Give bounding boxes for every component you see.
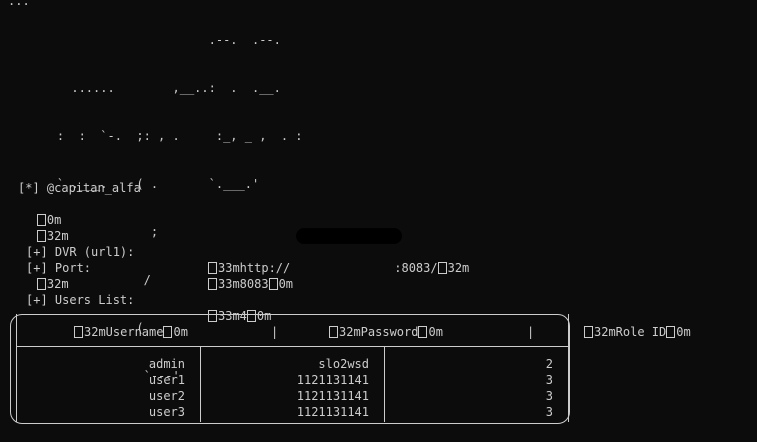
table-row: admin slo2wsd 2 <box>17 356 570 372</box>
table-row: user3 1121131141 3 <box>17 404 570 420</box>
table-row: user2 1121131141 3 <box>17 388 570 404</box>
escape-code-text: 32m <box>46 277 69 291</box>
header-username-text: 32mUsername <box>84 325 164 339</box>
invalid-char-icon <box>437 262 447 274</box>
table-row: user1 1121131141 3 <box>17 372 570 388</box>
ascii-art-line-2: ...... ,__..: . .__. <box>28 81 281 95</box>
port-value: 33m8083 0m <box>208 276 293 292</box>
username-cell: admin <box>148 357 185 371</box>
password-cell: 1121131141 <box>296 405 369 419</box>
invalid-char-icon <box>208 278 217 290</box>
dvr-prefix: 33mhttp:// <box>218 261 291 275</box>
table-header-row: 32mUsername 0m | 32mPassword 0m | 32mRole … <box>17 324 691 340</box>
invalid-char-icon <box>163 326 173 338</box>
top-fragment: ... <box>8 0 30 8</box>
author-line: [*] @capitan_alfa <box>18 181 141 195</box>
header-password: 32mPassword 0m <box>329 324 443 340</box>
port-value-text: 33m8083 <box>218 277 269 291</box>
password-cell: slo2wsd <box>318 357 369 371</box>
invalid-char-icon <box>74 326 83 338</box>
role-cell: 2 <box>545 357 553 371</box>
header-separator-2: | <box>527 325 535 339</box>
password-cell: 1121131141 <box>296 389 369 403</box>
invalid-char-icon <box>36 278 46 290</box>
role-cell: 3 <box>545 373 553 387</box>
header-username-tail: 0m <box>173 325 188 339</box>
invalid-char-icon <box>36 230 46 242</box>
dvr-label: [+] DVR (url1): <box>26 245 135 259</box>
header-role-tail: 0m <box>676 325 691 339</box>
header-role: 32mRole ID 0m <box>584 324 691 340</box>
invalid-char-icon <box>418 326 428 338</box>
invalid-char-icon <box>584 326 593 338</box>
ascii-art-line-5: ; <box>28 225 159 239</box>
users-label: [+] Users List: <box>26 293 135 307</box>
username-cell: user3 <box>148 405 185 419</box>
escape-code-text: 32m <box>46 229 69 243</box>
header-username: 32mUsername 0m <box>74 324 188 340</box>
role-cell: 3 <box>545 405 553 419</box>
dvr-tail: 32m <box>447 261 470 275</box>
role-cell: 3 <box>545 389 553 403</box>
password-cell: 1121131141 <box>296 373 369 387</box>
header-role-text: 32mRole ID <box>594 325 667 339</box>
username-cell: user2 <box>148 389 185 403</box>
invalid-char-icon <box>208 262 217 274</box>
redaction-block <box>296 228 402 244</box>
dvr-suffix: :8083/ <box>394 261 438 275</box>
username-cell: user1 <box>148 373 185 387</box>
invalid-char-icon <box>329 326 338 338</box>
header-password-tail: 0m <box>428 325 443 339</box>
ascii-art-line-1: .--. .--. <box>28 33 281 47</box>
dvr-value: 33mhttp:// :8083/32m <box>208 260 469 276</box>
invalid-char-icon <box>666 326 676 338</box>
port-tail: 0m <box>278 277 294 291</box>
header-separator-1: | <box>271 325 279 339</box>
table-header-separator <box>17 346 568 347</box>
invalid-char-icon <box>268 278 278 290</box>
header-password-text: 32mPassword <box>339 325 419 339</box>
ascii-art-line-3: : : `-. ;: , . :_, _ , . : <box>28 129 303 143</box>
